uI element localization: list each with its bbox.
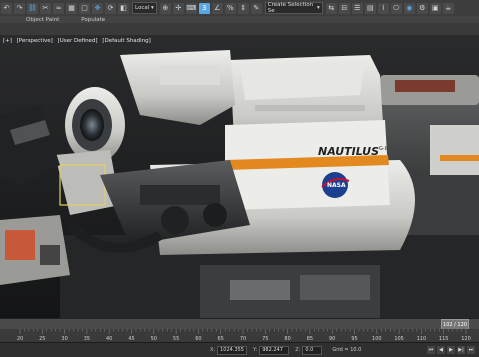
nautilus-decal: NAUTILUS	[318, 145, 379, 158]
rotate-icon[interactable]: ⟳	[105, 2, 116, 14]
bind-icon[interactable]: ≈	[53, 2, 64, 14]
nasa-logo-text: NASA	[327, 182, 346, 189]
viewport-label: [+] [Perspective] [User Defined] [Defaul…	[3, 38, 154, 44]
select-region-icon[interactable]: ▢	[79, 2, 90, 14]
select-icon[interactable]: ▦	[66, 2, 77, 14]
ribbon-toggle-icon[interactable]: ▤	[364, 2, 376, 14]
next-frame-icon[interactable]: ▶|	[457, 346, 465, 354]
main-toolbar: ↶ ↷ ⛓ ✂ ≈ ▦ ▢ ✥ ⟳ ◧ Local ▾ ⊕ ✢ ⌨ 3 ∠ % …	[0, 0, 479, 17]
layer-icon[interactable]: ☰	[351, 2, 363, 14]
tab-object-paint[interactable]: Object Paint	[26, 17, 59, 23]
render-setup-icon[interactable]: ⚙	[416, 2, 428, 14]
unlink-icon[interactable]: ✂	[40, 2, 51, 14]
coord-system-dropdown[interactable]: Local ▾	[132, 2, 157, 14]
ribbon-tabs: Object Paint Populate	[0, 16, 479, 23]
angle-snap-icon[interactable]: ∠	[211, 2, 223, 14]
nautilus-suffix: G-II	[379, 146, 388, 152]
spinner-snap-icon[interactable]: ⇕	[237, 2, 249, 14]
x-coordinate-label: X:	[210, 347, 216, 353]
viewport-menu[interactable]: [+]	[3, 38, 12, 44]
status-bar: X: 1024.355 Y: 982.247 Z: 0.0 Grid = 10.…	[0, 342, 479, 357]
move-icon[interactable]: ✥	[92, 2, 103, 14]
percent-snap-icon[interactable]: %	[224, 2, 236, 14]
y-coordinate[interactable]: Y: 982.247	[253, 345, 290, 355]
previous-frame-icon[interactable]: ◀	[437, 346, 445, 354]
playback-controls: ⏮ ◀ ▶ ▶| ⏭	[425, 346, 475, 354]
play-icon[interactable]: ▶	[447, 346, 455, 354]
render-icon[interactable]: ☕	[442, 2, 454, 14]
z-coordinate[interactable]: Z: 0.0	[295, 345, 323, 355]
z-coordinate-field[interactable]: 0.0	[302, 345, 323, 355]
selection-set-dropdown[interactable]: Create Selection Se ▾	[264, 2, 323, 14]
y-coordinate-field[interactable]: 982.247	[259, 345, 290, 355]
redo-icon[interactable]: ↷	[14, 2, 25, 14]
perspective-viewport[interactable]: [+] [Perspective] [User Defined] [Defaul…	[0, 35, 479, 318]
material-editor-icon[interactable]: ◉	[403, 2, 415, 14]
track-bar[interactable]: 20 25 30 35 40 45 50 55 60 65 70 75 80 85 90 95 100 105 11…	[0, 329, 479, 342]
align-icon[interactable]: ⊟	[338, 2, 350, 14]
keyboard-shortcut-icon[interactable]: ⌨	[185, 2, 197, 14]
link-icon[interactable]: ⛓	[27, 2, 38, 14]
snap-icon[interactable]: 3	[198, 2, 210, 14]
x-coordinate-field[interactable]: 1024.355	[217, 345, 248, 355]
render-frame-icon[interactable]: ▣	[429, 2, 441, 14]
coord-system-value: Local	[135, 5, 150, 11]
time-slider-track[interactable]: 102 / 120	[0, 318, 479, 330]
schematic-view-icon[interactable]: ⎔	[390, 2, 402, 14]
spacecraft-render: NAUTILUS G-II NASA	[0, 35, 479, 318]
ribbon-panel	[0, 23, 479, 35]
track-bar-ruler: 20 25 30 35 40 45 50 55 60 65 70 75 80 85 90 95 100 105 11…	[17, 329, 471, 342]
tab-populate[interactable]: Populate	[81, 17, 105, 23]
x-coordinate[interactable]: X: 1024.355	[210, 345, 248, 355]
viewport-camera-menu[interactable]: [User Defined]	[58, 38, 98, 44]
undo-icon[interactable]: ↶	[1, 2, 12, 14]
graph-editor-icon[interactable]: ⌇	[377, 2, 389, 14]
select-manipulate-icon[interactable]: ✢	[172, 2, 184, 14]
viewport-shading-menu[interactable]: [Default Shading]	[102, 38, 150, 44]
z-coordinate-label: Z:	[295, 347, 301, 353]
y-coordinate-label: Y:	[253, 347, 258, 353]
viewport-view-menu[interactable]: [Perspective]	[17, 38, 53, 44]
pivot-icon[interactable]: ⊕	[159, 2, 171, 14]
grid-size: Grid = 10.0	[332, 347, 362, 353]
scale-icon[interactable]: ◧	[118, 2, 129, 14]
selection-set-placeholder: Create Selection Se	[267, 2, 314, 14]
go-to-end-icon[interactable]: ⏭	[467, 346, 475, 354]
go-to-start-icon[interactable]: ⏮	[427, 346, 435, 354]
mirror-icon[interactable]: ⇆	[325, 2, 337, 14]
edit-named-sets-icon[interactable]: ✎	[250, 2, 262, 14]
